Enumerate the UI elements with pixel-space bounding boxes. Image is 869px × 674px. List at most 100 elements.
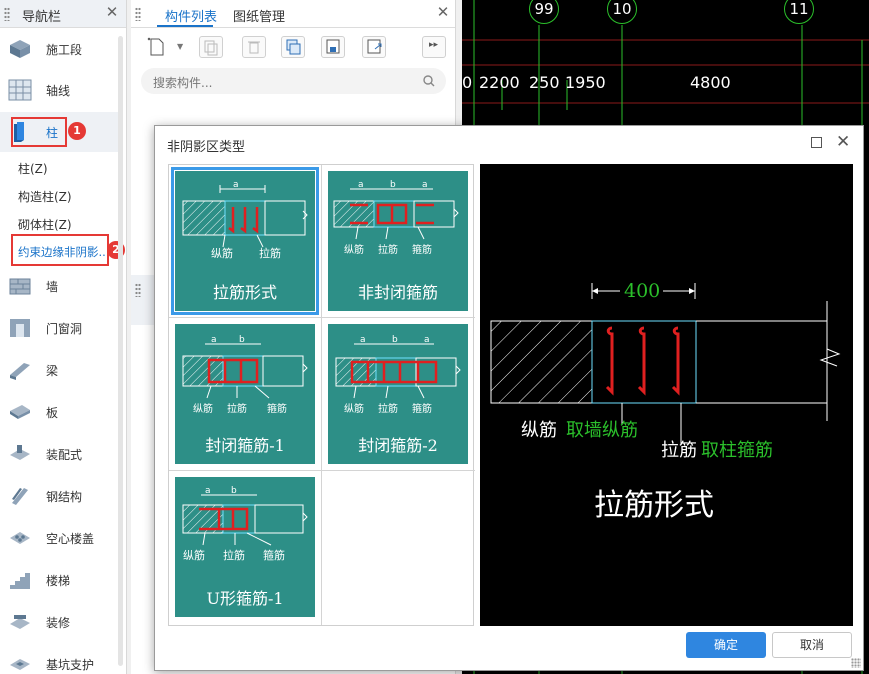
- dialog-title: 非阴影区类型: [167, 140, 246, 155]
- nav-item-label: 墙: [46, 280, 59, 294]
- slab-icon: [10, 405, 30, 419]
- nav-scrollbar[interactable]: [118, 36, 123, 666]
- maximize-button[interactable]: [811, 137, 822, 148]
- tile-label: 拉筋形式: [212, 283, 277, 302]
- cancel-button[interactable]: 取消: [772, 632, 852, 658]
- copy-button[interactable]: [199, 36, 223, 58]
- nav-item-slab[interactable]: 板: [0, 392, 118, 432]
- nav-item-door-window[interactable]: 门窗洞: [0, 308, 118, 348]
- trash-icon: [248, 41, 260, 54]
- beam-icon: [10, 363, 30, 380]
- new-file-icon: [147, 37, 164, 56]
- dimension-text: 4800: [690, 73, 731, 92]
- preview-diagram: [490, 283, 841, 444]
- dim-label: b: [390, 180, 396, 190]
- pit-support-icon: [10, 659, 30, 670]
- component-panel-close-button[interactable]: ✕: [435, 4, 451, 20]
- type-tile-closed-stirrup-2[interactable]: a b a 纵筋 拉筋 箍筋 封闭箍筋-2: [328, 324, 468, 464]
- grid-divider: [321, 165, 322, 471]
- nav-item-construction-stage[interactable]: 施工段: [0, 29, 118, 69]
- nav-item-decoration[interactable]: 装修: [0, 602, 118, 642]
- export-component-button[interactable]: [362, 36, 386, 58]
- preview-dimension: 400: [624, 280, 661, 302]
- highlight-box-constrained-edge: [11, 234, 109, 266]
- nav-item-stair[interactable]: 楼梯: [0, 560, 118, 600]
- drag-grip-icon[interactable]: [135, 283, 141, 297]
- type-tile-closed-stirrup-1[interactable]: a b 纵筋 拉筋 箍筋 封闭箍筋-1: [175, 324, 315, 464]
- rebar-label: 纵筋: [183, 549, 205, 562]
- hollow-floor-icon: [10, 532, 30, 544]
- nav-item-pit-support[interactable]: 基坑支护: [0, 644, 118, 674]
- more-tools-button[interactable]: ▸▸: [422, 36, 446, 58]
- dim-label: a: [422, 180, 428, 190]
- decoration-icon: [10, 615, 30, 629]
- component-panel-header: 构件列表 图纸管理 ✕: [131, 0, 455, 28]
- rebar-label: 纵筋: [344, 245, 364, 256]
- tab-component-list[interactable]: 构件列表: [165, 6, 217, 25]
- dimension-text: 0: [462, 73, 473, 92]
- sub-item-column-z[interactable]: 柱(Z): [18, 160, 48, 177]
- nav-item-label: 基坑支护: [46, 658, 95, 672]
- highlight-box-column: [11, 117, 67, 147]
- delete-button[interactable]: [242, 36, 266, 58]
- grid-divider: [169, 317, 475, 318]
- search-icon: [423, 75, 435, 87]
- drag-grip-icon[interactable]: [4, 7, 10, 21]
- type-tile-open-stirrup[interactable]: a b a 纵筋 拉筋 箍筋 非封闭箍筋: [328, 171, 468, 311]
- rebar-label: 纵筋: [211, 247, 233, 260]
- resize-grip-icon[interactable]: [851, 658, 861, 668]
- component-search-box[interactable]: 搜索构件...: [141, 68, 446, 94]
- dialog-close-button[interactable]: ✕: [836, 132, 850, 152]
- property-panel-header: [131, 275, 155, 325]
- nav-item-hollow-floor[interactable]: 空心楼盖: [0, 518, 118, 558]
- dropdown-arrow-icon[interactable]: ▼: [177, 42, 183, 51]
- export-icon: [367, 39, 382, 54]
- drag-grip-icon[interactable]: [135, 7, 141, 21]
- nav-item-prefab[interactable]: 装配式: [0, 434, 118, 474]
- type-tile-u-stirrup-1[interactable]: a b 纵筋 拉筋 箍筋 U形箍筋-1: [175, 477, 315, 617]
- nav-item-steel[interactable]: 钢结构: [0, 476, 118, 516]
- nav-item-label: 门窗洞: [46, 322, 83, 336]
- axis-grid-icon: [8, 79, 32, 101]
- nav-title: 导航栏: [22, 10, 62, 25]
- step-badge-1: 1: [68, 122, 86, 140]
- sub-item-masonry-column[interactable]: 砌体柱(Z): [18, 216, 72, 233]
- nav-header: 导航栏 ✕: [0, 0, 126, 28]
- preview-label-tie-bar: 拉筋: [661, 440, 697, 461]
- sub-item-structural-column[interactable]: 构造柱(Z): [18, 188, 72, 205]
- type-preview: 400 纵筋 取墙纵筋 拉筋 取柱箍筋 拉筋形式: [480, 164, 853, 626]
- non-shadow-zone-type-dialog: 非阴影区类型 ✕ a 纵筋 拉筋 拉筋形式 a b a 纵筋 拉筋 箍筋 非封闭…: [154, 125, 864, 671]
- dim-label: a: [424, 335, 430, 345]
- tab-drawing-management[interactable]: 图纸管理: [233, 6, 285, 25]
- nav-item-axis[interactable]: 轴线: [0, 70, 118, 110]
- dim-label: a: [360, 335, 366, 345]
- dim-label: a: [233, 180, 239, 190]
- nav-item-label: 钢结构: [46, 490, 83, 504]
- stair-icon: [10, 573, 30, 589]
- door-window-icon: [10, 319, 30, 337]
- copy-icon: [204, 40, 218, 56]
- type-tile-tie-bar[interactable]: a 纵筋 拉筋 拉筋形式: [171, 167, 319, 315]
- navigation-panel: 导航栏 ✕ 施工段 轴线 柱 1 柱(Z) 构造柱(Z) 砌体柱(Z) 约束边缘…: [0, 0, 127, 674]
- steel-structure-icon: [12, 488, 28, 505]
- nav-item-wall[interactable]: 墙: [0, 266, 118, 306]
- dim-label: b: [239, 335, 245, 345]
- nav-item-label: 空心楼盖: [46, 532, 95, 546]
- copy-to-floor-button[interactable]: [281, 36, 305, 58]
- active-tab-indicator: [157, 25, 213, 27]
- tile-label: 封闭箍筋-2: [358, 436, 438, 455]
- save-component-button[interactable]: [321, 36, 345, 58]
- nav-close-button[interactable]: ✕: [104, 4, 120, 20]
- preview-note-tie-bar: 取柱箍筋: [701, 440, 773, 461]
- nav-item-beam[interactable]: 梁: [0, 350, 118, 390]
- rebar-label: 箍筋: [267, 404, 287, 415]
- rebar-label: 箍筋: [412, 245, 432, 256]
- rebar-label: 箍筋: [412, 404, 432, 415]
- nav-item-label: 装修: [46, 616, 71, 630]
- dimension-text: 250: [529, 73, 560, 92]
- rebar-label: 拉筋: [259, 247, 281, 260]
- new-component-button[interactable]: [145, 36, 169, 58]
- ok-button[interactable]: 确定: [686, 632, 766, 658]
- dim-label: a: [211, 335, 217, 345]
- nav-item-label: 楼梯: [46, 574, 71, 588]
